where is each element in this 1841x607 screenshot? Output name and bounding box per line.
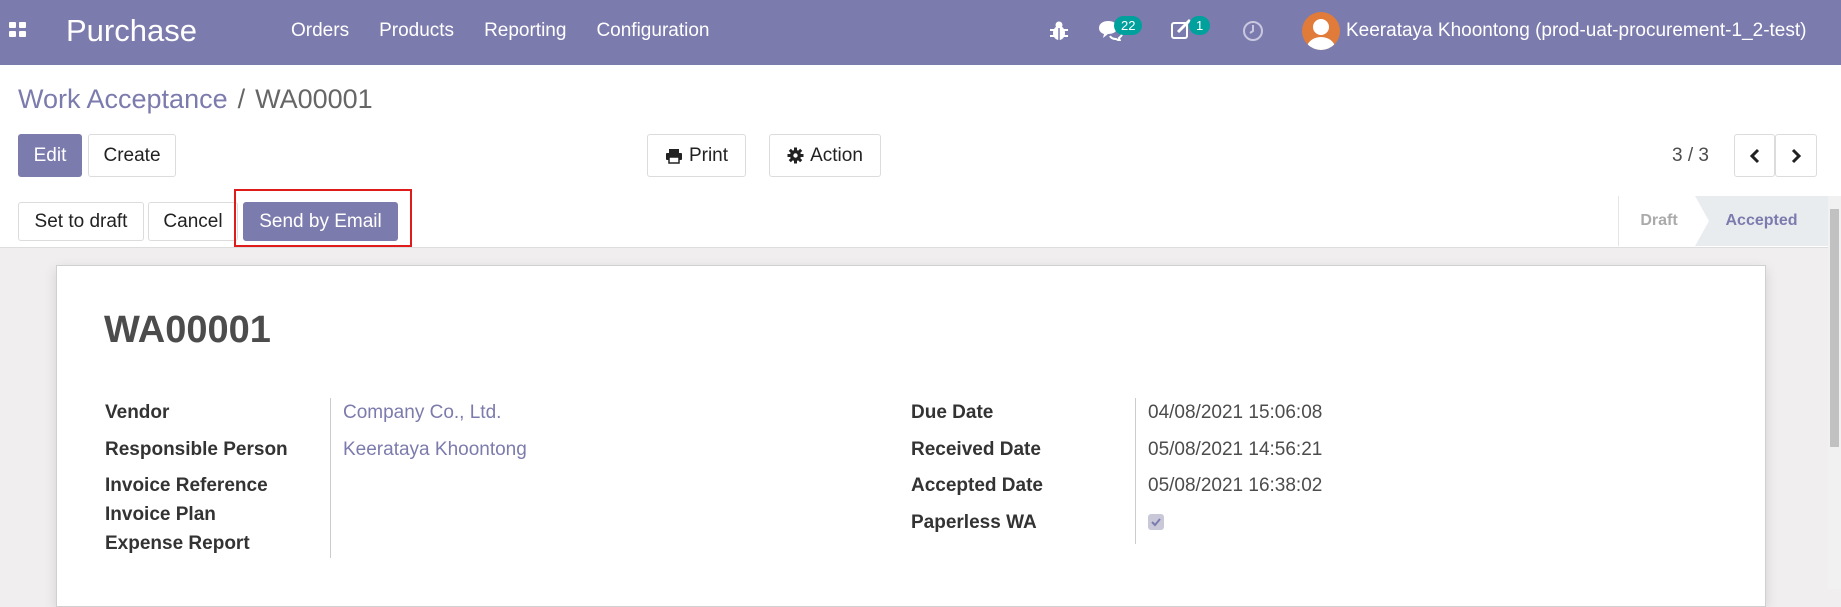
action-label: Action: [810, 145, 863, 167]
chevron-left-icon: [1749, 148, 1761, 164]
stage-draft[interactable]: Draft: [1618, 196, 1699, 246]
main-menu: Orders Products Reporting Configuration: [291, 20, 739, 42]
menu-item-orders[interactable]: Orders: [291, 20, 349, 42]
scrollbar-thumb[interactable]: [1830, 209, 1839, 447]
received-date-label: Received Date: [911, 439, 1041, 461]
pager-value[interactable]: 3 / 3: [1672, 145, 1709, 167]
messages-badge: 22: [1114, 16, 1142, 35]
invoice-plan-label: Invoice Plan: [105, 504, 216, 526]
responsible-person-label: Responsible Person: [105, 439, 288, 461]
user-name[interactable]: Keerataya Khoontong (prod-uat-procuremen…: [1346, 20, 1806, 42]
breadcrumb: Work Acceptance / WA00001: [18, 84, 373, 115]
action-button[interactable]: Action: [769, 134, 881, 177]
apps-icon[interactable]: [9, 22, 27, 38]
stage-accepted-label: Accepted: [1725, 212, 1797, 230]
accepted-date-label: Accepted Date: [911, 475, 1043, 497]
top-navbar: Purchase Orders Products Reporting Confi…: [0, 0, 1841, 65]
left-group-divider: [330, 398, 331, 558]
vendor-value[interactable]: Company Co., Ltd.: [343, 402, 501, 424]
stage-accepted[interactable]: Accepted: [1695, 196, 1828, 246]
menu-item-reporting[interactable]: Reporting: [484, 20, 566, 42]
print-icon: [665, 148, 683, 164]
accepted-date-value: 05/08/2021 16:38:02: [1148, 475, 1322, 497]
gear-icon: [787, 147, 804, 164]
activities-badge: 1: [1189, 16, 1210, 35]
due-date-value: 04/08/2021 15:06:08: [1148, 402, 1322, 424]
clock-icon[interactable]: [1242, 20, 1264, 42]
create-button[interactable]: Create: [88, 134, 176, 177]
vendor-label: Vendor: [105, 402, 169, 424]
check-icon: [1148, 514, 1164, 530]
highlight-box: [234, 189, 412, 247]
print-button[interactable]: Print: [647, 134, 746, 177]
due-date-label: Due Date: [911, 402, 993, 424]
paperless-wa-checkbox[interactable]: [1148, 514, 1164, 530]
app-title[interactable]: Purchase: [66, 13, 197, 49]
expense-report-label: Expense Report: [105, 533, 250, 555]
bug-icon[interactable]: [1049, 20, 1069, 42]
menu-item-products[interactable]: Products: [379, 20, 454, 42]
chevron-right-icon: [1790, 148, 1802, 164]
menu-item-configuration[interactable]: Configuration: [596, 20, 709, 42]
set-to-draft-button[interactable]: Set to draft: [18, 202, 144, 241]
invoice-reference-label: Invoice Reference: [105, 475, 268, 497]
record-title: WA00001: [104, 309, 271, 352]
breadcrumb-current: WA00001: [255, 84, 373, 114]
edit-button[interactable]: Edit: [18, 134, 82, 177]
breadcrumb-parent[interactable]: Work Acceptance: [18, 84, 228, 114]
cancel-button[interactable]: Cancel: [148, 202, 238, 241]
responsible-person-value[interactable]: Keerataya Khoontong: [343, 439, 527, 461]
avatar[interactable]: [1302, 12, 1340, 50]
received-date-value: 05/08/2021 14:56:21: [1148, 439, 1322, 461]
paperless-wa-label: Paperless WA: [911, 512, 1037, 534]
pager-next-button[interactable]: [1775, 134, 1817, 177]
pager-previous-button[interactable]: [1734, 134, 1775, 177]
form-sheet: [56, 265, 1766, 607]
right-group-divider: [1135, 398, 1136, 544]
print-label: Print: [689, 145, 728, 167]
breadcrumb-separator: /: [238, 84, 246, 114]
